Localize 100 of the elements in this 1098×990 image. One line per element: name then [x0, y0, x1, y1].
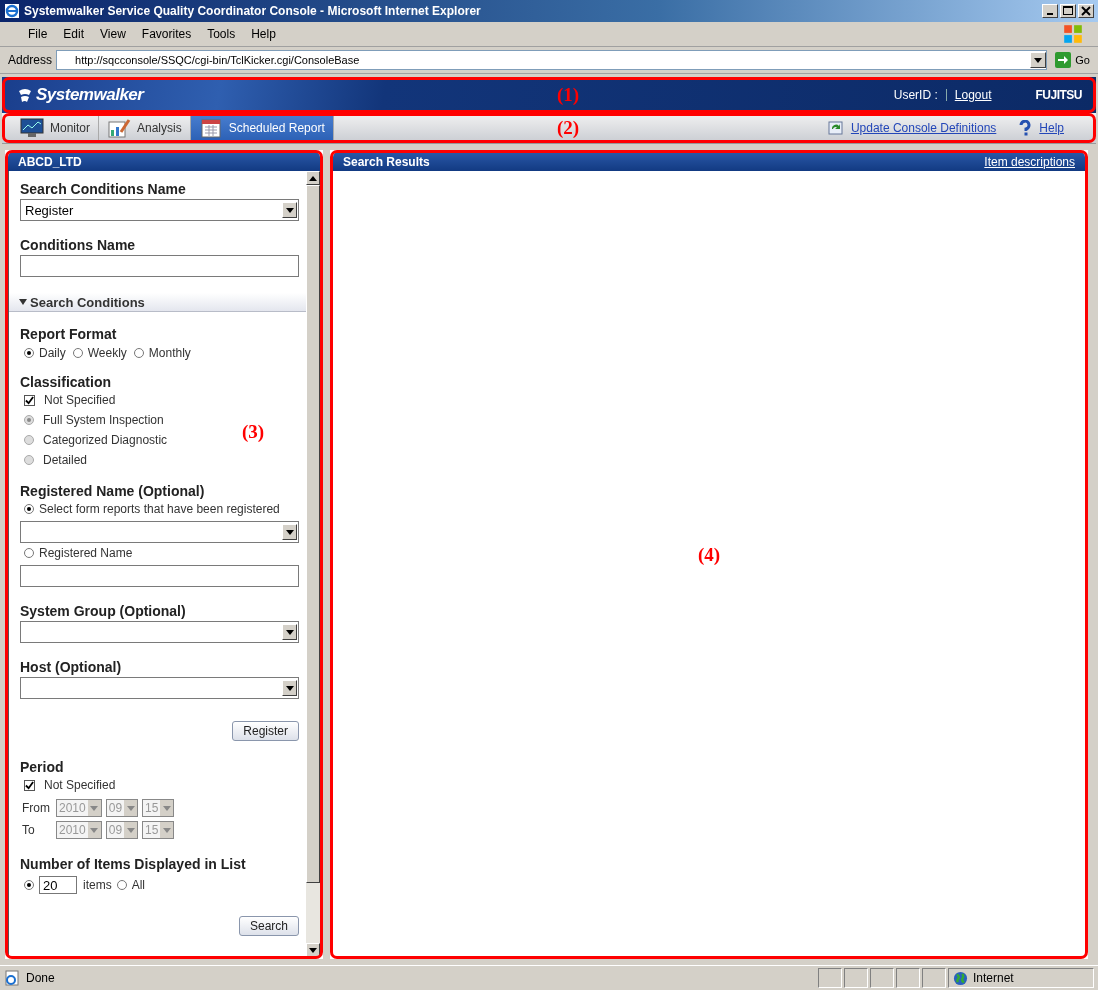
dropdown-arrow-icon — [126, 827, 135, 833]
conditions-name-field[interactable] — [20, 255, 299, 277]
monitor-icon — [20, 118, 44, 138]
menu-item[interactable]: View — [92, 27, 134, 41]
field-label: Search Conditions Name — [20, 181, 187, 197]
field-label: Classification — [20, 374, 113, 390]
panel-title: Search Results — [343, 154, 430, 169]
menu-item[interactable]: Favorites — [133, 27, 200, 41]
minimize-icon — [1047, 13, 1053, 15]
close-icon — [1081, 6, 1091, 16]
status-text: Done — [26, 971, 55, 985]
window-title: Systemwalker Service Quality Coordinator Console - Microsoft Internet Explorer — [24, 4, 482, 18]
checkbox-label: Not Specified — [44, 393, 116, 407]
callout-label: (3) — [242, 421, 265, 443]
nav-tab[interactable]: Analysis — [99, 114, 191, 142]
menu-item[interactable]: Help — [243, 27, 284, 41]
dropdown-arrow-icon — [90, 805, 99, 811]
radio-label: Registered Name — [39, 546, 133, 560]
radio-button[interactable] — [24, 880, 34, 890]
menu-item[interactable]: Edit — [55, 27, 93, 41]
search-conditions-select[interactable]: Register — [20, 199, 299, 221]
minimize-button[interactable] — [1042, 4, 1058, 18]
registered-form-select[interactable] — [20, 521, 299, 543]
dropdown-arrow-icon — [285, 529, 294, 535]
logout-link[interactable]: Logout — [954, 88, 992, 102]
calendar-icon — [198, 118, 223, 138]
dropdown-arrow-icon — [285, 629, 294, 635]
status-pane — [844, 968, 868, 988]
search-button[interactable]: Search — [238, 916, 299, 936]
panel-title: ABCD_LTD — [18, 154, 82, 169]
scroll-up-icon — [309, 175, 317, 181]
go-button[interactable]: Go — [1051, 52, 1094, 68]
security-zone-text: Internet — [973, 971, 1014, 985]
items-count-field[interactable]: 20 — [39, 876, 77, 894]
page-icon — [4, 970, 20, 986]
arrow-right-icon — [1055, 52, 1072, 68]
item-descriptions-link[interactable]: Item descriptions — [984, 154, 1075, 169]
date-row-label: To — [21, 823, 36, 837]
menu-item[interactable]: File — [20, 27, 56, 41]
dropdown-arrow-icon — [285, 685, 294, 691]
address-label: Address — [8, 53, 53, 67]
help-icon — [1018, 120, 1033, 136]
header-link[interactable]: Update Console Definitions — [827, 120, 997, 136]
checkbox-label: Not Specified — [44, 778, 116, 792]
registered-name-field[interactable] — [20, 565, 299, 587]
radio-label: Weekly — [87, 346, 127, 360]
dropdown-arrow-icon — [162, 805, 171, 811]
header-link[interactable]: Help — [1018, 120, 1064, 136]
search-conditions-toggle[interactable]: Search Conditions — [9, 293, 306, 312]
radio-button[interactable] — [24, 348, 34, 358]
status-pane — [818, 968, 842, 988]
field-label: Host (Optional) — [20, 659, 123, 675]
browser-icon — [4, 3, 20, 19]
field-label: Period — [20, 759, 65, 775]
field-label: Number of Items Displayed in List — [20, 856, 247, 872]
logo-text: Systemwalker — [36, 85, 144, 105]
logo-icon — [16, 87, 34, 103]
radio-label: Select form reports that have been registered — [39, 502, 280, 516]
dropdown-arrow-icon — [162, 827, 171, 833]
radio-button[interactable] — [133, 348, 144, 358]
refresh-icon — [827, 120, 844, 136]
dropdown-arrow-icon — [90, 827, 99, 833]
field-label: Conditions Name — [20, 237, 137, 253]
radio-button[interactable] — [72, 348, 83, 358]
callout-label: (2) — [557, 117, 580, 139]
globe-icon — [953, 970, 968, 986]
user-id-label: UserID : — [893, 88, 938, 102]
radio-label: Detailed — [43, 453, 88, 467]
close-button[interactable] — [1078, 4, 1094, 18]
callout-label: (4) — [697, 543, 721, 566]
status-pane — [870, 968, 894, 988]
host-select[interactable] — [20, 677, 299, 699]
windows-logo-icon — [1062, 23, 1084, 45]
date-row-label: From — [21, 801, 51, 815]
callout-label: (1) — [557, 84, 580, 106]
status-pane — [896, 968, 920, 988]
field-label: Report Format — [20, 326, 118, 342]
system-group-select[interactable] — [20, 621, 299, 643]
address-field[interactable]: http://sqcconsole/SSQC/cgi-bin/TclKicker.cgi/ConsoleBase — [56, 50, 1048, 70]
radio-button[interactable] — [24, 504, 34, 514]
maximize-icon — [1063, 6, 1073, 16]
unit-label: items — [83, 878, 112, 892]
brand-logo: FUJITSU — [1035, 88, 1082, 102]
status-pane — [922, 968, 946, 988]
radio-label: Categorized Diagnostic — [43, 433, 168, 447]
nav-tab[interactable]: Monitor — [12, 114, 99, 142]
dropdown-arrow-icon — [1034, 57, 1043, 63]
field-label: System Group (Optional) — [20, 603, 187, 619]
scroll-down-icon — [309, 947, 317, 953]
maximize-button[interactable] — [1060, 4, 1076, 18]
radio-label: Daily — [39, 346, 66, 360]
dropdown-arrow-icon — [285, 207, 294, 213]
radio-label: Monthly — [148, 346, 191, 360]
radio-button[interactable] — [116, 880, 127, 890]
radio-button[interactable] — [24, 548, 34, 558]
scrollbar[interactable] — [306, 171, 320, 957]
dropdown-arrow-icon — [126, 805, 135, 811]
menu-item[interactable]: Tools — [199, 27, 244, 41]
register-button[interactable]: Register — [232, 721, 299, 741]
radio-label: Full System Inspection — [43, 413, 164, 427]
